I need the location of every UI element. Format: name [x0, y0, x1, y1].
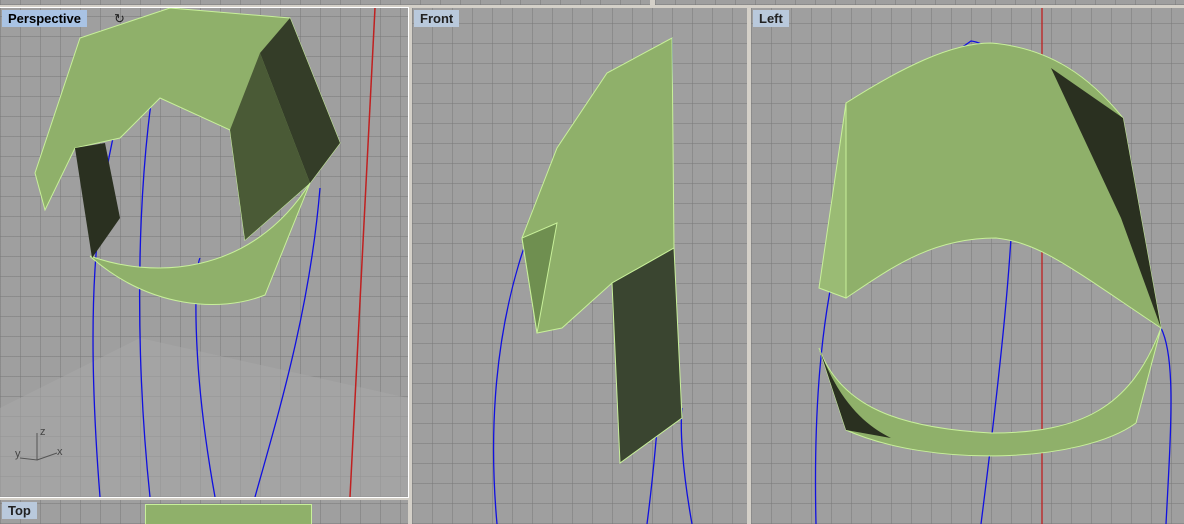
rotate-view-icon[interactable]: ↻ [114, 11, 125, 27]
viewport-label-perspective[interactable]: Perspective [2, 10, 87, 27]
perspective-viewport[interactable]: Perspective ↻ z y x [0, 7, 409, 498]
front-scene [492, 37, 693, 524]
viewport-label-left[interactable]: Left [753, 10, 789, 27]
front-viewport[interactable]: Front [412, 8, 747, 524]
viewport-label-top[interactable]: Top [2, 502, 37, 519]
top-viewport[interactable]: Top [0, 500, 408, 524]
viewport-label-front[interactable]: Front [414, 10, 460, 27]
top-strip-viewport-right[interactable] [655, 0, 1184, 5]
left-scene [814, 8, 1172, 524]
perspective-scene [0, 8, 408, 497]
top-view-surface [145, 504, 312, 524]
top-strip-viewport[interactable] [0, 0, 650, 5]
left-viewport[interactable]: Left [751, 8, 1184, 524]
